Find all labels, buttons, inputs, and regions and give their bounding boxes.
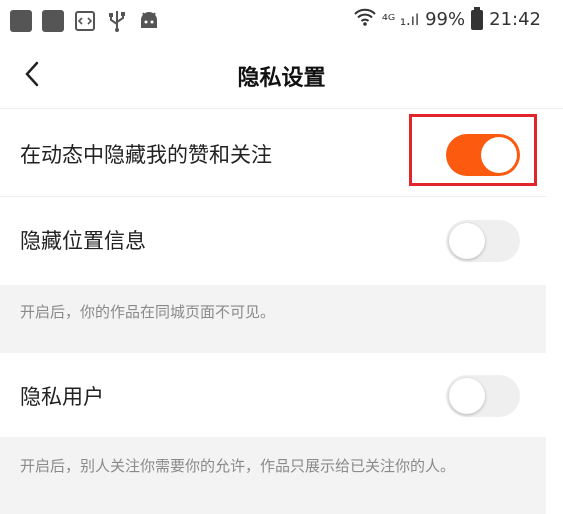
notification-icon bbox=[42, 10, 64, 32]
hint-private-user: 开启后，别人关注你需要你的允许，作品只展示给已关注你的人。 bbox=[0, 437, 546, 514]
notification-icon bbox=[10, 10, 32, 32]
battery-percent: 99% bbox=[425, 9, 466, 30]
usb-icon bbox=[106, 10, 128, 32]
toggle-knob bbox=[449, 223, 485, 259]
setting-row-private-user: 隐私用户 bbox=[0, 353, 546, 437]
status-icons-right: ⁴ᴳ ₁.ıl 99% 21:42 bbox=[354, 6, 541, 31]
highlight-box bbox=[409, 114, 537, 186]
toggle-knob bbox=[449, 378, 485, 414]
android-icon bbox=[138, 10, 160, 32]
code-icon bbox=[74, 10, 96, 32]
page-title: 隐私设置 bbox=[237, 66, 326, 91]
battery-icon bbox=[471, 6, 484, 30]
hint-text: 开启后，别人关注你需要你的允许，作品只展示给已关注你的人。 bbox=[20, 457, 456, 475]
hide-location-toggle[interactable] bbox=[446, 220, 520, 262]
setting-label: 在动态中隐藏我的赞和关注 bbox=[20, 143, 272, 167]
private-user-toggle[interactable] bbox=[446, 375, 520, 417]
status-icons-left bbox=[10, 10, 160, 32]
setting-label: 隐藏位置信息 bbox=[20, 229, 146, 253]
hint-hide-location: 开启后，你的作品在同城页面不可见。 bbox=[0, 285, 546, 353]
setting-label: 隐私用户 bbox=[20, 385, 104, 409]
clock: 21:42 bbox=[489, 9, 541, 30]
hint-text: 开启后，你的作品在同城页面不可见。 bbox=[20, 303, 276, 321]
signal-indicator: ⁴ᴳ ₁.ıl bbox=[381, 10, 420, 29]
status-bar: ⁴ᴳ ₁.ıl 99% 21:42 bbox=[0, 0, 563, 44]
nav-bar: 隐私设置 bbox=[0, 46, 563, 109]
wifi-icon bbox=[354, 8, 376, 31]
divider bbox=[0, 196, 546, 197]
setting-row-hide-location: 隐藏位置信息 bbox=[0, 199, 546, 283]
